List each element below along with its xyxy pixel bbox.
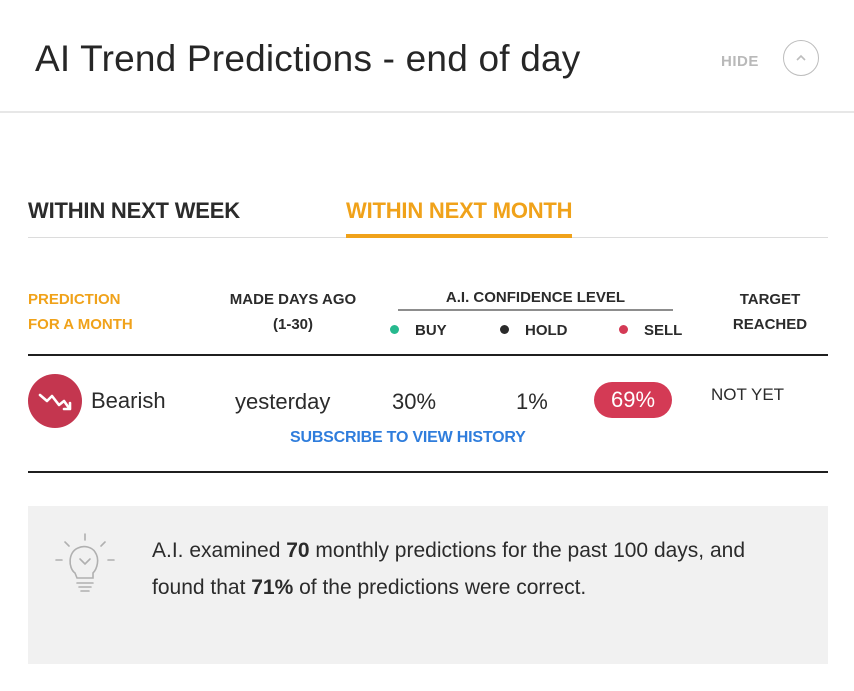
header-sell: SELL (619, 322, 682, 339)
header-hold: HOLD (500, 322, 568, 339)
hold-dot-icon (500, 325, 509, 334)
header-made-line2: (1-30) (272, 316, 313, 333)
made-days-ago-value: yesterday (235, 389, 331, 414)
insight-text-part: A.I. examined (152, 539, 287, 562)
table-divider-top (28, 354, 828, 356)
insight-panel: A.I. examined 70 monthly predictions for… (28, 506, 828, 664)
hold-confidence-value: 1% (516, 389, 548, 414)
header-sell-label: SELL (644, 322, 683, 339)
header-prediction-line2: FOR A MONTH (28, 316, 133, 333)
target-reached-value: NOT YET (711, 385, 785, 404)
sell-confidence-badge: 69% (594, 382, 672, 418)
widget-header: AI Trend Predictions - end of day HIDE (0, 0, 854, 113)
buy-confidence-value: 30% (392, 389, 437, 414)
header-prediction: PREDICTION FOR A MONTH (28, 287, 133, 337)
chevron-up-icon (796, 54, 806, 61)
insight-accuracy-value: 71% (251, 576, 294, 599)
bearish-trend-icon (28, 374, 82, 428)
insight-text: A.I. examined 70 monthly predictions for… (152, 532, 792, 606)
header-hold-label: HOLD (525, 322, 568, 339)
insight-prediction-count: 70 (286, 539, 310, 562)
header-confidence-level: A.I. CONFIDENCE LEVEL (398, 287, 673, 311)
buy-dot-icon (390, 325, 399, 334)
header-target-line1: TARGET (739, 291, 801, 308)
prediction-value: Bearish (91, 388, 166, 413)
hide-button[interactable]: HIDE (721, 53, 759, 70)
tab-within-next-month[interactable]: WITHIN NEXT MONTH (346, 198, 573, 238)
prediction-tabs: WITHIN NEXT WEEK WITHIN NEXT MONTH (28, 186, 828, 238)
lightbulb-icon (55, 533, 115, 592)
insight-text-part: of the predictions were correct. (293, 576, 587, 599)
header-buy-label: BUY (415, 322, 447, 339)
header-target-reached: TARGET REACHED (716, 287, 824, 337)
header-prediction-line1: PREDICTION (28, 291, 121, 308)
header-made-line1: MADE DAYS AGO (229, 291, 357, 308)
tab-within-next-week[interactable]: WITHIN NEXT WEEK (28, 198, 240, 224)
collapse-button[interactable] (783, 40, 819, 76)
header-target-line2: REACHED (732, 316, 808, 333)
page-title: AI Trend Predictions - end of day (35, 38, 581, 79)
table-divider-bottom (28, 471, 828, 473)
header-made-days-ago: MADE DAYS AGO (1-30) (220, 287, 366, 337)
subscribe-history-link[interactable]: SUBSCRIBE TO VIEW HISTORY (290, 429, 526, 447)
header-buy: BUY (390, 322, 447, 339)
sell-dot-icon (619, 325, 628, 334)
